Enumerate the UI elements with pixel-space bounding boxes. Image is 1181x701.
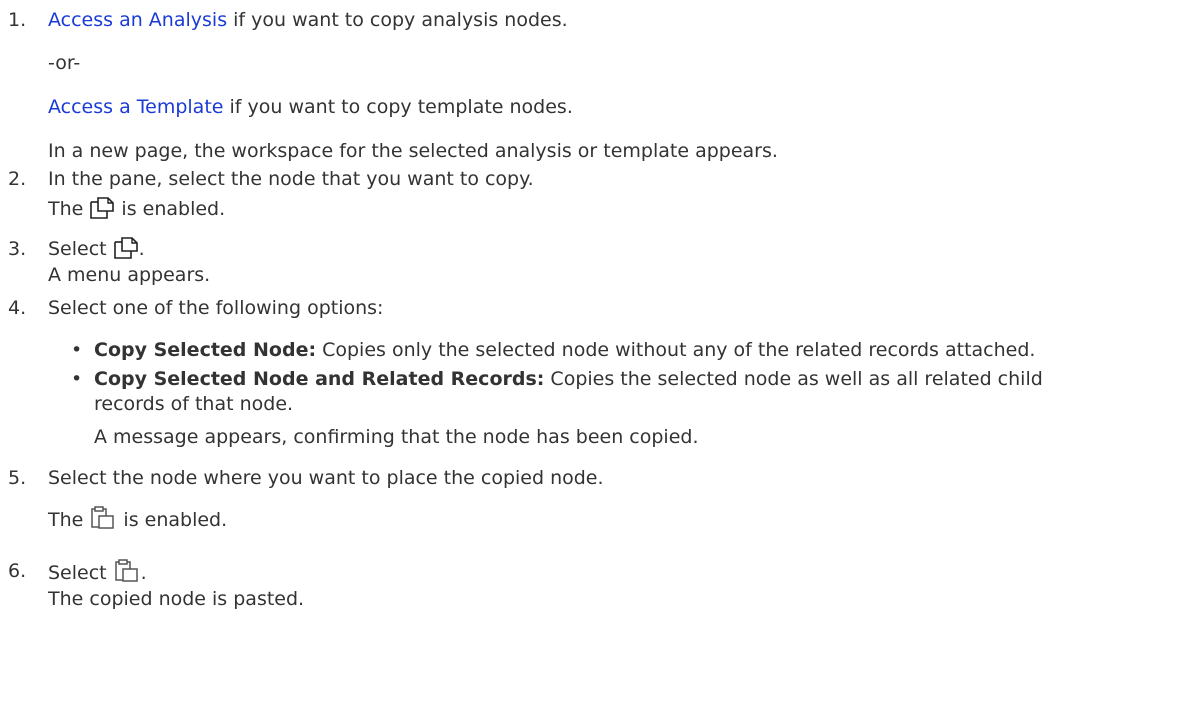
step-number: 2.: [8, 168, 27, 190]
step-5-result: The is enabled.: [48, 506, 227, 536]
step-1-text: if you want to copy analysis nodes.: [227, 9, 568, 31]
step-number: 5.: [8, 467, 27, 489]
step-6-instruction: Select .: [48, 559, 147, 589]
or-separator: -or-: [48, 52, 81, 74]
step-1-instruction: Access an Analysis if you want to copy a…: [48, 8, 568, 32]
option-copy-selected-node-and-related-records: Copy Selected Node and Related Records: …: [94, 367, 1151, 391]
step-2-instruction: In the pane, select the node that you wa…: [48, 168, 534, 190]
step-6-suffix: .: [140, 562, 147, 584]
step-5-result-prefix: The: [48, 509, 90, 531]
access-template-link[interactable]: Access a Template: [48, 96, 223, 118]
option-copy-selected-node: Copy Selected Node: Copies only the sele…: [94, 338, 1151, 362]
paste-icon: [90, 506, 116, 536]
procedure-document: 1. Access an Analysis if you want to cop…: [0, 0, 1181, 701]
copy-icon: [113, 237, 138, 265]
step-number: 3.: [8, 238, 27, 260]
access-analysis-link[interactable]: Access an Analysis: [48, 9, 227, 31]
step-number: 6.: [8, 560, 27, 582]
step-1-result: In a new page, the workspace for the sel…: [48, 140, 778, 162]
option-label: Copy Selected Node and Related Records:: [94, 368, 545, 390]
step-2-result: The is enabled.: [48, 197, 225, 225]
step-2-result-prefix: The: [48, 198, 90, 220]
step-1-alt-text: if you want to copy template nodes.: [223, 96, 573, 118]
step-number: 1.: [8, 9, 27, 31]
paste-icon: [114, 559, 140, 589]
step-6-prefix: Select: [48, 562, 113, 584]
step-3-instruction: Select .: [48, 237, 145, 265]
step-5-instruction: Select the node where you want to place …: [48, 467, 604, 489]
step-5-result-suffix: is enabled.: [117, 509, 228, 531]
copy-icon: [90, 197, 115, 225]
step-1-alt-instruction: Access a Template if you want to copy te…: [48, 95, 573, 119]
step-2-result-suffix: is enabled.: [115, 198, 226, 220]
step-number: 4.: [8, 297, 27, 319]
option-description: Copies only the selected node without an…: [316, 339, 1036, 361]
bullet: •: [71, 339, 83, 361]
step-3-result: A menu appears.: [48, 264, 211, 286]
option-description: Copies the selected node as well as all …: [544, 368, 1043, 390]
step-4-instruction: Select one of the following options:: [48, 297, 384, 319]
step-6-result: The copied node is pasted.: [48, 588, 305, 610]
step-4-result: A message appears, confirming that the n…: [94, 426, 699, 448]
option-label: Copy Selected Node:: [94, 339, 317, 361]
step-3-suffix: .: [138, 238, 145, 260]
step-3-prefix: Select: [48, 238, 113, 260]
option-description-continued: records of that node.: [94, 393, 294, 415]
bullet: •: [71, 368, 83, 390]
